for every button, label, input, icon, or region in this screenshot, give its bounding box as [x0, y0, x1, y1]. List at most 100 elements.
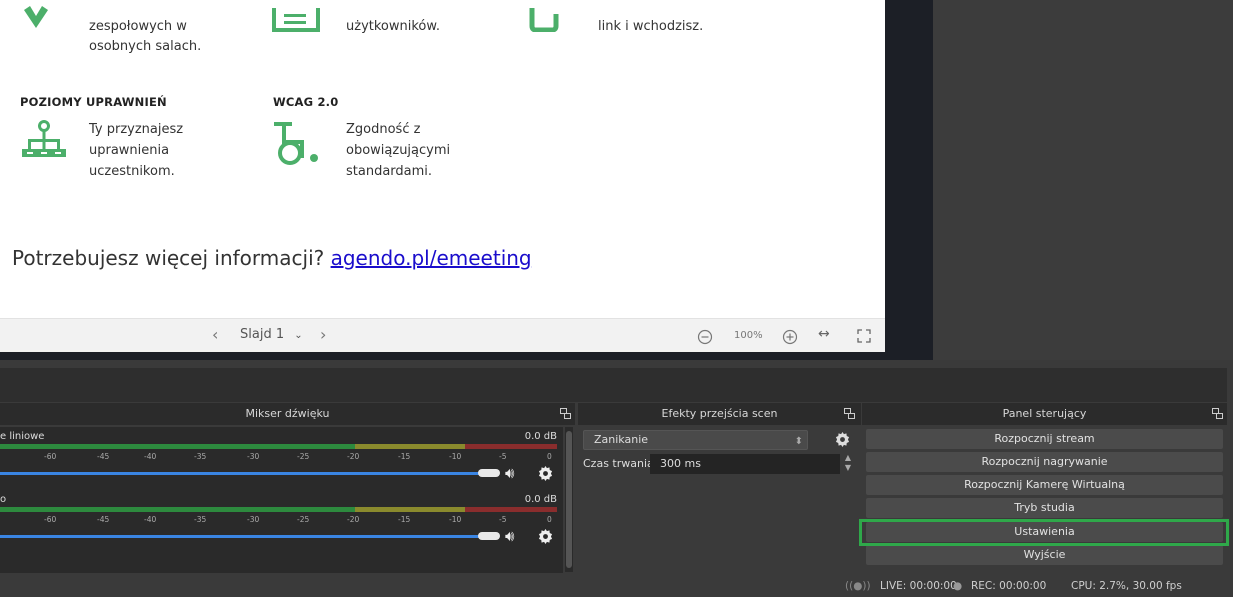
channel-1-volume-track[interactable] [0, 472, 480, 475]
meter-tick-label: -30 [247, 515, 260, 524]
studio-mode-button[interactable]: Tryb studia [866, 498, 1223, 518]
settings-button[interactable]: Ustawienia [866, 522, 1223, 542]
meter-tick-label: -30 [247, 452, 260, 461]
status-bar: ((●)) LIVE: 00:00:00 ● REC: 00:00:00 CPU… [0, 573, 1233, 597]
wcag-heading: WCAG 2.0 [273, 95, 339, 109]
channel-1-gear-icon[interactable] [538, 466, 553, 481]
meter-tick-label: -5 [499, 452, 507, 461]
permissions-line-3: uczestnikom. [89, 164, 175, 179]
transition-gear-icon[interactable] [835, 432, 850, 447]
more-info-label: Potrzebujesz więcej informacji? [12, 246, 331, 270]
spin-down-icon[interactable]: ▼ [842, 463, 854, 473]
transitions-title: Efekty przejścia scen [578, 403, 861, 425]
meter-tick-label: -60 [44, 515, 57, 524]
start-stream-button[interactable]: Rozpocznij stream [866, 429, 1223, 449]
zoom-in-icon[interactable] [782, 329, 798, 345]
wcag-line-1: Zgodność z [346, 122, 421, 137]
permissions-heading: POZIOMY UPRAWNIEŃ [20, 95, 167, 109]
zoom-out-icon[interactable] [697, 329, 713, 345]
meter-tick-label: -5 [499, 515, 507, 524]
preview-border [0, 352, 885, 360]
start-recording-button[interactable]: Rozpocznij nagrywanie [866, 452, 1223, 472]
updown-arrows-icon: ⬍ [794, 436, 803, 447]
live-time: LIVE: 00:00:00 [880, 580, 957, 592]
feature-3-line-1: link i wchodzisz. [598, 19, 704, 34]
next-slide-icon[interactable]: › [320, 325, 326, 344]
start-virtual-camera-button[interactable]: Rozpocznij Kamerę Wirtualną [866, 475, 1223, 495]
meter-tick-label: -15 [398, 515, 411, 524]
scenes-dock-header [0, 368, 1227, 402]
wheelchair-icon [274, 122, 318, 165]
slide-toolbar: ‹ Slajd 1 ⌄ › 100% ↔ [0, 318, 885, 352]
channel-1-speaker-icon[interactable]: 🔊︎ [505, 464, 514, 482]
scene-transitions-dock: Efekty przejścia scen Zanikanie ⬍ Czas t… [578, 403, 861, 573]
duration-label: Czas trwania [583, 457, 654, 470]
channel-2-speaker-icon[interactable]: 🔊︎ [505, 527, 514, 545]
feature-1-line-1: zespołowych w [89, 19, 187, 34]
meter-tick-label: -25 [297, 515, 310, 524]
channel-2-volume-slider[interactable] [478, 532, 500, 540]
spin-up-icon[interactable]: ▲ [842, 453, 854, 463]
live-icon: ((●)) [845, 580, 871, 592]
wcag-line-2: obowiązującymi [346, 143, 451, 158]
chevron-down-icon: ⌄ [294, 330, 303, 341]
meter-tick-label: 0 [547, 452, 552, 461]
channel-2-gear-icon[interactable] [538, 529, 553, 544]
wcag-line-3: standardami. [346, 164, 433, 179]
rec-dot-icon: ● [953, 580, 963, 592]
cpu-fps: CPU: 2.7%, 30.00 fps [1071, 580, 1182, 592]
meter-tick-label: -10 [449, 452, 462, 461]
undock-icon[interactable] [1212, 408, 1223, 419]
transition-selected: Zanikanie [594, 433, 649, 446]
fullscreen-icon[interactable] [857, 329, 871, 343]
mixer-title: Mikser dźwięku [0, 403, 575, 425]
transition-select[interactable]: Zanikanie ⬍ [583, 430, 808, 450]
link-icon [529, 8, 559, 32]
channel-2-name: o [0, 494, 7, 505]
zoom-level: 100% [734, 330, 763, 341]
slide-preview: zespołowych w osobnych salach. użytkowni… [0, 0, 885, 318]
mixer-scrollbar-thumb[interactable] [566, 431, 572, 568]
meter-tick-label: 0 [547, 515, 552, 524]
channel-1-scale: -60 -45 -40 -35 -30 -25 -20 -15 -10 -5 0 [0, 449, 557, 463]
more-info-text: Potrzebujesz więcej informacji? agendo.p… [12, 246, 532, 270]
permissions-line-1: Ty przyznajesz [89, 122, 184, 137]
duration-input[interactable]: 300 ms [650, 454, 840, 474]
meter-tick-label: -25 [297, 452, 310, 461]
meter-tick-label: -35 [194, 452, 207, 461]
undock-icon[interactable] [844, 408, 855, 419]
channel-1-volume-slider[interactable] [478, 469, 500, 477]
mixer-scrollbar[interactable] [565, 427, 573, 572]
meter-tick-label: -10 [449, 515, 462, 524]
undock-icon[interactable] [560, 408, 571, 419]
feature-2-line-1: użytkowników. [346, 19, 440, 34]
channel-1-name: e liniowe [0, 431, 45, 442]
meter-tick-label: -45 [97, 515, 110, 524]
more-info-link[interactable]: agendo.pl/emeeting [331, 246, 532, 270]
obs-window: zespołowych w osobnych salach. użytkowni… [0, 0, 1233, 597]
controls-title: Panel sterujący [862, 403, 1227, 425]
meter-tick-label: -60 [44, 452, 57, 461]
fit-width-icon[interactable]: ↔ [818, 326, 830, 342]
duration-spinner[interactable]: ▲ ▼ [842, 453, 854, 475]
slide-selector[interactable]: Slajd 1 ⌄ [240, 327, 303, 342]
meter-tick-label: -20 [347, 452, 360, 461]
channel-1-db: 0.0 dB [524, 431, 557, 442]
channel-2-volume-track[interactable] [0, 535, 480, 538]
meter-tick-label: -35 [194, 515, 207, 524]
prev-slide-icon[interactable]: ‹ [212, 325, 218, 344]
channel-2-scale: -60 -45 -40 -35 -30 -25 -20 -15 -10 -5 0 [0, 512, 557, 526]
channel-2-db: 0.0 dB [524, 494, 557, 505]
meter-tick-label: -40 [144, 452, 157, 461]
permissions-line-2: uprawnienia [89, 143, 170, 158]
preview-background [933, 0, 1233, 360]
audio-mixer-dock: Mikser dźwięku e liniowe 0.0 dB -60 -45 -4… [0, 403, 575, 573]
checkmark-icon [24, 6, 48, 28]
rec-time: REC: 00:00:00 [971, 580, 1047, 592]
mixer-channels: e liniowe 0.0 dB -60 -45 -40 -35 -30 -25 -20 -1… [0, 427, 563, 573]
preview-border-right [885, 0, 933, 360]
meter-tick-label: -45 [97, 452, 110, 461]
exit-button[interactable]: Wyjście [866, 545, 1223, 565]
meter-tick-label: -20 [347, 515, 360, 524]
slide-label: Slajd 1 [240, 327, 285, 342]
